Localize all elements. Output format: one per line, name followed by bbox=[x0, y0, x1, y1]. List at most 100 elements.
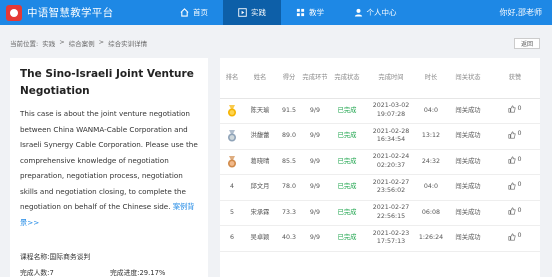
back-button[interactable]: 返回 bbox=[514, 38, 540, 49]
column-header: 排名 bbox=[220, 58, 244, 99]
completion-date: 2021-02-27 bbox=[372, 204, 410, 212]
like-count: 0 bbox=[517, 155, 522, 163]
play-icon bbox=[238, 8, 247, 17]
like-button[interactable]: 0 bbox=[508, 155, 522, 165]
nav-teaching[interactable]: 教学 bbox=[281, 0, 339, 25]
table-row: 5 宋承霖 73.3 9/9 已完成 2021-02-27 22:56:15 06:08 闯关成… bbox=[220, 200, 540, 226]
rank-cell bbox=[220, 149, 244, 175]
rank-cell: 5 bbox=[220, 200, 244, 226]
table-row: 洪馥蕾 89.0 9/9 已完成 2021-02-28 16:34:54 13:12 闯关成功… bbox=[220, 123, 540, 150]
student-name: 葛晓晴 bbox=[244, 149, 276, 175]
student-name: 邱文月 bbox=[244, 174, 276, 201]
completed-count: 完成人数:7 bbox=[20, 269, 54, 277]
completion-status: 已完成 bbox=[328, 200, 366, 226]
duration: 1:26:24 bbox=[416, 225, 446, 252]
completion-clock: 16:34:54 bbox=[376, 136, 406, 144]
completion-time: 2021-02-23 17:57:13 bbox=[366, 225, 416, 252]
completion-status: 已完成 bbox=[328, 98, 366, 124]
completion-date: 2021-03-02 bbox=[372, 102, 410, 110]
silver-medal-icon bbox=[228, 130, 236, 142]
completed-steps: 9/9 bbox=[302, 174, 328, 201]
like-count: 0 bbox=[517, 181, 522, 189]
user-greeting[interactable]: 你好,邵老师 bbox=[499, 7, 552, 18]
like-button[interactable]: 0 bbox=[508, 181, 522, 190]
ranking-table: 排名 姓名 得分 完成环节 完成状态 完成时间 时长 闯关状态 获赞 陈天瑜 91.5 9/9 已完成… bbox=[220, 58, 540, 252]
breadcrumb-item[interactable]: 综合案例 bbox=[69, 38, 95, 48]
likes-cell: 0 bbox=[490, 149, 540, 175]
nav-practice-label: 实践 bbox=[251, 8, 266, 17]
pass-status: 闯关成功 bbox=[446, 200, 490, 226]
like-count: 0 bbox=[517, 232, 522, 240]
completion-time: 2021-02-28 16:34:54 bbox=[366, 123, 416, 150]
completed-steps: 9/9 bbox=[302, 98, 328, 124]
completion-time: 2021-02-27 23:56:02 bbox=[366, 174, 416, 201]
case-description: This case is about the joint venture neg… bbox=[20, 106, 198, 230]
duration: 13:12 bbox=[416, 123, 446, 150]
top-nav-bar: 中语智慧教学平台 首页 实践 教学 个人中心 你好,邵老师 bbox=[0, 0, 552, 25]
completion-clock: 17:57:13 bbox=[376, 238, 406, 246]
likes-cell: 0 bbox=[490, 123, 540, 150]
nav-practice[interactable]: 实践 bbox=[223, 0, 281, 25]
bronze-medal-icon bbox=[228, 155, 236, 168]
logo-icon bbox=[6, 4, 22, 21]
duration: 06:08 bbox=[416, 200, 446, 226]
gold-medal-icon bbox=[228, 104, 236, 117]
breadcrumb-prefix: 当前位置: bbox=[10, 40, 39, 48]
like-count: 0 bbox=[517, 206, 522, 214]
like-button[interactable]: 0 bbox=[508, 130, 522, 139]
column-header: 得分 bbox=[276, 58, 302, 99]
completion-date: 2021-02-23 bbox=[372, 229, 410, 237]
thumbs-up-icon bbox=[508, 131, 517, 139]
table-row: 4 邱文月 78.0 9/9 已完成 2021-02-27 23:56:02 04:0 闯关成功… bbox=[220, 174, 540, 201]
duration: 04:0 bbox=[416, 174, 446, 201]
column-header: 获赞 bbox=[490, 58, 540, 99]
like-button[interactable]: 0 bbox=[508, 206, 522, 216]
rank-cell bbox=[220, 98, 244, 124]
likes-cell: 0 bbox=[490, 98, 540, 124]
rank-cell: 4 bbox=[220, 174, 244, 201]
like-button[interactable]: 0 bbox=[508, 232, 522, 241]
table-body: 陈天瑜 91.5 9/9 已完成 2021-03-02 19:07:28 04:0 闯关成功 0… bbox=[220, 98, 540, 252]
case-title: The Sino-Israeli Joint Venture Negotiati… bbox=[20, 68, 194, 97]
rank-cell bbox=[220, 123, 244, 150]
student-name: 洪馥蕾 bbox=[244, 123, 276, 150]
thumbs-up-icon bbox=[508, 207, 517, 215]
app-logo[interactable]: 中语智慧教学平台 bbox=[0, 0, 165, 25]
column-header: 闯关状态 bbox=[446, 58, 490, 99]
nav-personal[interactable]: 个人中心 bbox=[339, 0, 411, 25]
thumbs-up-icon bbox=[508, 182, 517, 190]
student-name: 陈天瑜 bbox=[244, 98, 276, 124]
completion-time: 2021-02-27 22:56:15 bbox=[366, 200, 416, 226]
thumbs-up-icon bbox=[508, 233, 517, 241]
completion-clock: 22:56:15 bbox=[376, 212, 406, 220]
completion-clock: 19:07:28 bbox=[376, 110, 406, 118]
column-header: 时长 bbox=[416, 58, 446, 99]
home-icon bbox=[180, 8, 189, 17]
user-icon bbox=[354, 8, 362, 17]
nav-home[interactable]: 首页 bbox=[165, 0, 223, 25]
breadcrumb-item: 综合实训详情 bbox=[108, 40, 148, 48]
duration: 04:0 bbox=[416, 98, 446, 124]
score: 73.3 bbox=[276, 200, 302, 226]
score: 91.5 bbox=[276, 98, 302, 124]
breadcrumb-item[interactable]: 实践 bbox=[42, 38, 55, 48]
grid-icon bbox=[296, 8, 305, 17]
completed-steps: 9/9 bbox=[302, 225, 328, 252]
pass-status: 闯关成功 bbox=[446, 149, 490, 175]
column-header: 完成时间 bbox=[366, 58, 416, 99]
thumbs-up-icon bbox=[508, 156, 517, 164]
table-row: 葛晓晴 85.5 9/9 已完成 2021-02-24 02:20:37 24:32 闯关成功… bbox=[220, 149, 540, 175]
duration: 24:32 bbox=[416, 149, 446, 175]
score: 78.0 bbox=[276, 174, 302, 201]
nav-home-label: 首页 bbox=[193, 8, 208, 17]
likes-cell: 0 bbox=[490, 225, 540, 252]
thumbs-up-icon bbox=[508, 105, 517, 113]
app-title: 中语智慧教学平台 bbox=[27, 7, 114, 19]
score: 40.3 bbox=[276, 225, 302, 252]
completion-status: 已完成 bbox=[328, 225, 366, 252]
like-button[interactable]: 0 bbox=[508, 105, 522, 114]
breadcrumb: 当前位置: 实践 > 综合案例 > 综合实训详情 bbox=[10, 38, 148, 48]
rank-cell: 6 bbox=[220, 225, 244, 252]
pass-status: 闯关成功 bbox=[446, 225, 490, 252]
column-header: 姓名 bbox=[244, 58, 276, 99]
